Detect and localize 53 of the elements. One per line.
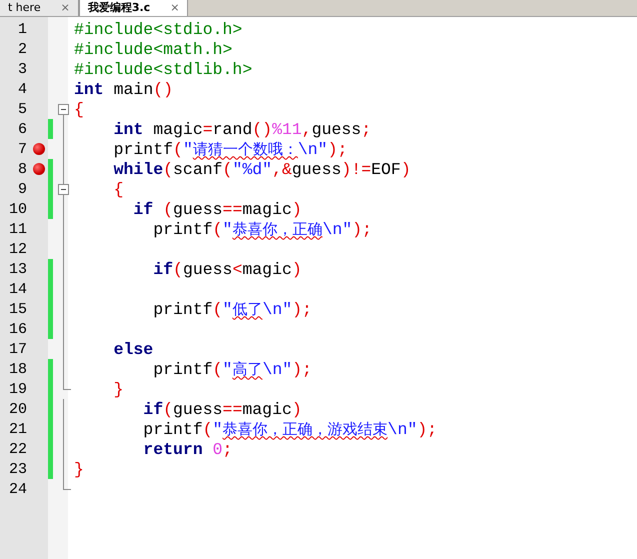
code-line: if(guess<magic)	[152, 260, 302, 278]
code-line: {	[112, 180, 124, 198]
line-number: 3	[16, 60, 27, 78]
line-number: 14	[8, 280, 27, 298]
line-number: 7	[16, 140, 27, 158]
line-number: 12	[8, 240, 27, 258]
line-number: 21	[8, 420, 27, 438]
line-number: 20	[8, 400, 27, 418]
code-line: else	[112, 340, 154, 358]
code-line: printf("恭喜你，正确\n");	[152, 220, 372, 238]
line-number: 23	[8, 460, 27, 478]
fold-margin	[48, 499, 68, 559]
code-line: if (guess==magic)	[132, 200, 302, 218]
line-number: 10	[8, 200, 27, 218]
line-number: 18	[8, 360, 27, 378]
fold-toggle-icon[interactable]	[58, 184, 69, 195]
breakpoint-icon[interactable]	[33, 163, 45, 175]
file-tab[interactable]: t here ×	[0, 0, 79, 16]
code-line: }	[112, 380, 124, 398]
fold-toggle-icon[interactable]	[58, 104, 69, 115]
code-line: }	[74, 460, 84, 478]
code-line: printf("请猜一个数哦：\n");	[112, 140, 348, 158]
line-number: 5	[16, 100, 27, 118]
line-number: 15	[8, 300, 27, 318]
line-number: 11	[8, 220, 27, 238]
line-number: 2	[16, 40, 27, 58]
line-number: 17	[8, 340, 27, 358]
breakpoint-icon[interactable]	[33, 143, 45, 155]
code-line: #include<stdlib.h>	[74, 60, 252, 78]
line-number: 6	[16, 120, 27, 138]
line-number: 13	[8, 260, 27, 278]
line-number: 22	[8, 440, 27, 458]
code-line: {	[74, 100, 84, 118]
line-number: 19	[8, 380, 27, 398]
code-line: int main()	[74, 80, 174, 98]
code-line: #include<stdio.h>	[74, 20, 242, 38]
line-number: 9	[16, 180, 27, 198]
code-line: int magic=rand()%11,guess;	[112, 120, 372, 138]
line-number: 16	[8, 320, 27, 338]
code-line: return 0;	[142, 440, 232, 458]
line-number: 4	[16, 80, 27, 98]
close-icon[interactable]: ×	[60, 1, 70, 15]
code-line: #include<math.h>	[74, 40, 232, 58]
file-tab[interactable]: 我爱编程3.c ×	[78, 0, 188, 16]
line-number: 1	[16, 20, 27, 38]
code-line: printf("低了\n");	[152, 300, 312, 318]
code-line: while(scanf("%d",&guess)!=EOF)	[112, 160, 411, 178]
close-icon[interactable]: ×	[170, 1, 180, 15]
code-line: if(guess==magic)	[142, 400, 302, 418]
line-number: 8	[16, 160, 27, 178]
line-number: 24	[8, 480, 27, 498]
code-line: printf("恭喜你，正确，游戏结束\n");	[142, 420, 438, 438]
code-line: printf("高了\n");	[152, 360, 312, 378]
